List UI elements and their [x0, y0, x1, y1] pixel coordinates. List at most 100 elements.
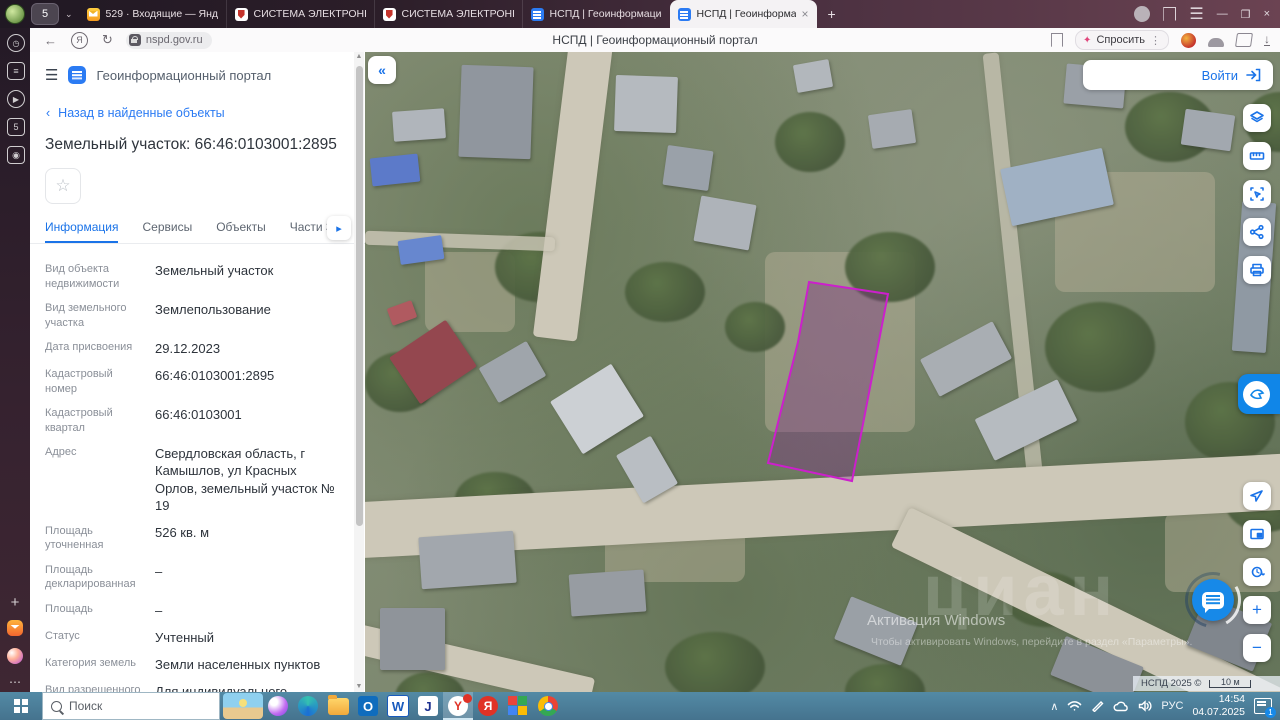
history-clock-icon[interactable]: ◷ — [7, 34, 25, 52]
pen-icon[interactable] — [1091, 700, 1104, 712]
scroll-down-icon[interactable]: ▼ — [354, 682, 364, 692]
alice-orb-icon[interactable] — [7, 648, 23, 664]
tab-list-chevron-icon[interactable]: ⌄ — [65, 9, 73, 20]
windows-logo-icon — [14, 699, 28, 713]
taskbar-app-yandex-browser[interactable]: Y — [443, 692, 473, 720]
parcel-title: Земельный участок: 66:46:0103001:2895 — [30, 120, 365, 154]
map-canvas[interactable]: циан Активация Windows Чтобы активироват… — [365, 52, 1280, 692]
onedrive-cloud-icon[interactable] — [1113, 701, 1129, 712]
notification-dot — [463, 694, 472, 703]
panel-scrollbar[interactable]: ▲ ▼ — [354, 52, 364, 692]
taskbar-app-word[interactable]: W — [383, 692, 413, 720]
yandex-mail-icon[interactable] — [7, 620, 23, 636]
taskbar-app-outlook[interactable]: O — [353, 692, 383, 720]
taskbar-app-edge[interactable] — [293, 692, 323, 720]
scale-bar: 10 м — [1209, 680, 1251, 688]
tray-expand-icon[interactable]: ∧ — [1050, 700, 1058, 713]
share-button[interactable] — [1243, 218, 1271, 246]
zoom-out-button[interactable]: − — [1243, 634, 1271, 662]
taskbar-app-yandex[interactable]: Я — [473, 692, 503, 720]
layers-button[interactable] — [1243, 104, 1271, 132]
speaker-icon[interactable] — [1138, 700, 1152, 712]
back-link-label: Назад в найденные объекты — [58, 106, 224, 120]
refresh-button[interactable]: ↻ — [102, 32, 113, 48]
field-row: АдресСвердловская область, г Камышлов, у… — [45, 445, 335, 514]
identify-area-button[interactable] — [1243, 180, 1271, 208]
tabs-scroll-right-button[interactable]: ▸ — [327, 216, 351, 240]
tab-close-icon[interactable]: × — [802, 7, 809, 21]
reset-view-button[interactable] — [1243, 558, 1271, 586]
notification-badge: 1 — [1265, 707, 1276, 718]
tab-objects[interactable]: Объекты — [216, 220, 266, 243]
profile-avatar[interactable] — [1134, 6, 1150, 22]
yandex-services-icon[interactable]: Я — [71, 32, 88, 49]
collapse-panel-button[interactable]: « — [368, 56, 396, 84]
taskbar-search-box[interactable]: Поиск — [42, 692, 220, 720]
print-button[interactable] — [1243, 256, 1271, 284]
browser-tab-mail[interactable]: 529 · Входящие — Яндекс — [79, 0, 226, 28]
field-value: 29.12.2023 — [155, 340, 335, 357]
taskbar-clock[interactable]: 14:54 04.07.2025 — [1192, 693, 1245, 719]
bookmarks-flag-icon[interactable] — [1163, 7, 1176, 21]
extension-icon[interactable] — [1181, 33, 1196, 48]
minimap-button[interactable] — [1243, 520, 1271, 548]
alice-ask-button[interactable]: ✦ Спросить ⋮ — [1075, 30, 1169, 50]
bookmark-icon[interactable] — [1051, 33, 1063, 47]
field-label: Адрес — [45, 445, 145, 514]
locate-button[interactable] — [1243, 482, 1271, 510]
chat-fab-button[interactable] — [1192, 579, 1234, 621]
zoom-in-button[interactable]: + — [1243, 596, 1271, 624]
nspd-logo[interactable] — [68, 66, 86, 84]
assistant-panel-tab[interactable] — [1238, 374, 1280, 414]
taskbar-app-chrome[interactable] — [533, 692, 563, 720]
favorite-star-button[interactable]: ☆ — [45, 168, 81, 204]
ask-kebab-icon[interactable]: ⋮ — [1150, 34, 1161, 47]
window-minimize-button[interactable]: — — [1217, 8, 1228, 20]
profile-mask-icon[interactable] — [1208, 38, 1224, 47]
tab-title: НСПД | Геоинформацион — [550, 8, 662, 20]
measure-button[interactable] — [1243, 142, 1271, 170]
taskbar-app-alice[interactable] — [263, 692, 293, 720]
tab-services[interactable]: Сервисы — [142, 220, 192, 243]
back-button[interactable]: ← — [44, 33, 57, 48]
browser-menu-icon[interactable]: ☰ — [1189, 4, 1203, 24]
tab-information[interactable]: Информация — [45, 220, 118, 243]
rail-more-icon[interactable]: ⋯ — [7, 674, 23, 690]
browser-tab-sed-1[interactable]: СИСТЕМА ЭЛЕКТРОННО — [226, 0, 374, 28]
screenshot-icon[interactable]: ◉ — [7, 146, 25, 164]
browser-tab-nspd-active[interactable]: НСПД | Геоинформаци × — [670, 0, 817, 28]
parcel-highlight[interactable] — [768, 282, 888, 481]
taskbar-app-store[interactable] — [503, 692, 533, 720]
weather-widget-icon[interactable] — [223, 693, 263, 719]
window-restore-button[interactable]: ❐ — [1241, 8, 1251, 21]
taskbar-app-explorer[interactable] — [323, 692, 353, 720]
browser-tab-sed-2[interactable]: СИСТЕМА ЭЛЕКТРОННО — [374, 0, 522, 28]
notification-center-icon[interactable]: 1 — [1254, 698, 1272, 714]
collections-icon[interactable] — [1235, 33, 1253, 47]
browser-tab-nspd-1[interactable]: НСПД | Геоинформацион — [522, 0, 670, 28]
taskbar-app-generic[interactable]: J — [413, 692, 443, 720]
tab-counter-button[interactable]: 5 — [31, 3, 59, 25]
panel-menu-icon[interactable]: ☰ — [45, 66, 58, 84]
new-tab-button[interactable]: + — [823, 5, 841, 23]
login-button[interactable]: Войти — [1083, 60, 1273, 90]
notes-icon[interactable]: ≡ — [7, 62, 25, 80]
start-button[interactable] — [0, 692, 42, 720]
back-to-results-link[interactable]: ‹ Назад в найденные объекты — [30, 84, 365, 120]
field-label: Площадь декларированная — [45, 563, 145, 592]
wifi-icon[interactable] — [1067, 700, 1082, 712]
field-label: Вид земельного участка — [45, 301, 145, 330]
window-close-button[interactable]: × — [1264, 8, 1270, 20]
tabs-count-icon[interactable]: 5 — [7, 118, 25, 136]
rail-add-icon[interactable]: + — [7, 594, 23, 610]
address-bar[interactable]: nspd.gov.ru — [126, 32, 212, 49]
player-icon[interactable]: ▶ — [7, 90, 25, 108]
ssl-lock-icon[interactable] — [129, 34, 141, 46]
scroll-up-icon[interactable]: ▲ — [354, 52, 364, 62]
language-indicator[interactable]: РУС — [1161, 700, 1183, 712]
browser-app-icon[interactable] — [5, 4, 25, 24]
downloads-icon[interactable]: ↓ — [1264, 34, 1270, 46]
scrollbar-thumb[interactable] — [356, 66, 363, 526]
object-info-panel: ☰ Геоинформационный портал ‹ Назад в най… — [30, 52, 365, 692]
field-row: Кадастровый квартал66:46:0103001 — [45, 406, 335, 435]
